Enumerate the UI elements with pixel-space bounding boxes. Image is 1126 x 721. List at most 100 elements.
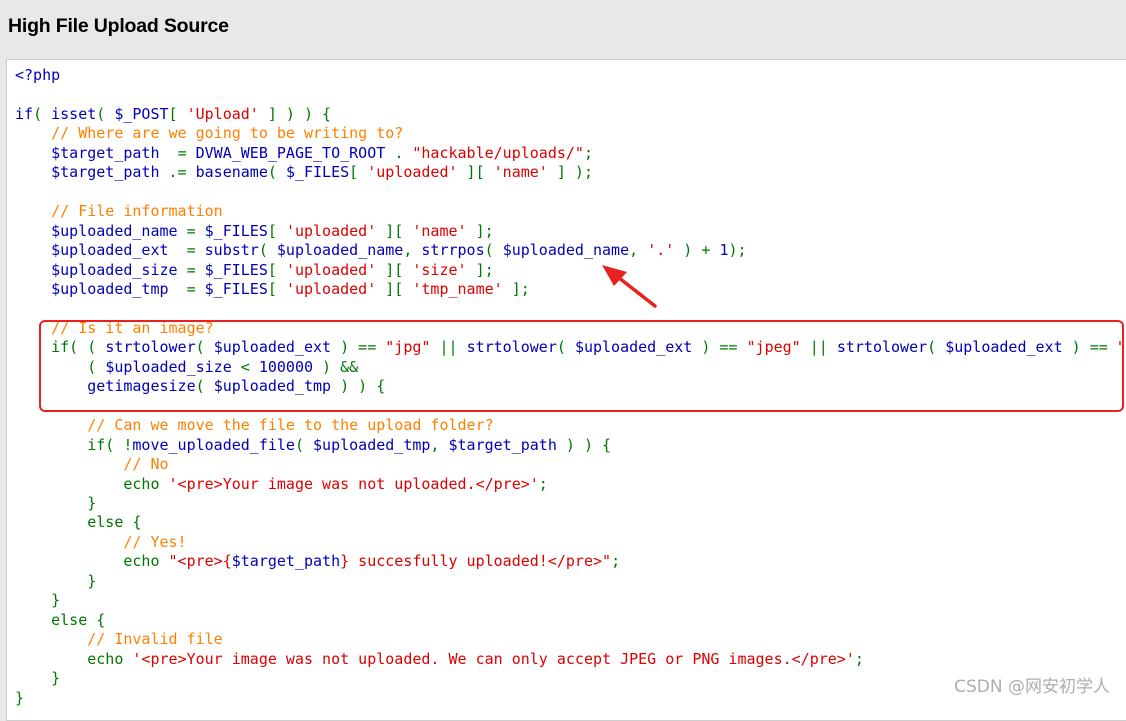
code-line: // Yes! [15,532,187,551]
code-token: echo [15,474,169,493]
code-token: // No [15,455,169,474]
code-token: 'uploaded' [285,279,377,298]
code-token: '.' [647,241,675,260]
code-token: $_POST [114,104,169,123]
code-token: = [177,143,196,162]
code-token: $_FILES [204,221,268,240]
code-line: $uploaded_name = $_FILES[ 'uploaded' ][ … [15,222,494,240]
code-token: 'Upload' [186,104,259,123]
code-token: "jpg" [385,338,431,357]
code-token: ( [484,241,503,260]
code-line: } [15,669,60,687]
code-token: if( ! [15,435,133,454]
code-token: "pn [1116,338,1126,357]
code-token: ][ [376,221,413,240]
code-token: ) == [331,338,386,357]
code-token: else { [15,513,142,532]
code-token: } succesfully uploaded!</pre>" [340,552,612,571]
code-token: move_uploaded_file [132,435,295,454]
code-line: // Is it an image? [15,319,214,337]
code-token: [ [168,104,187,123]
code-line: echo '<pre>Your image was not uploaded.<… [15,474,547,493]
code-token: ( [96,104,115,123]
code-line: if( !move_uploaded_file( $uploaded_tmp, … [15,436,611,454]
code-token: ; [583,143,593,162]
code-token: = [186,260,205,279]
code-token: } [15,571,97,590]
code-token: [ [349,163,368,182]
code-token: [ [267,260,286,279]
code-line: // Can we move the file to the upload fo… [15,416,494,435]
code-token: echo [15,649,133,668]
code-token: = [186,279,205,298]
code-token: $uploaded_tmp [15,279,187,298]
code-line: // File information [15,202,223,220]
code-token: // Can we move the file to the upload fo… [15,416,494,435]
code-token: $uploaded_name [502,241,630,260]
code-token: $uploaded_tmp [213,377,332,396]
code-token: ]; [502,279,530,298]
code-token: = [186,241,205,260]
code-token: } [15,591,61,610]
code-token: $uploaded_name [276,241,404,260]
code-token: ) == [692,338,747,357]
code-token: , [403,241,422,260]
code-token: ( [267,163,286,182]
code-token: $target_path [15,143,178,162]
code-token: 'uploaded' [285,221,377,240]
code-token: ); [728,241,747,260]
code-token: = [186,221,205,240]
code-token: strtolower [836,338,928,357]
code-token: $target_path [15,163,169,182]
code-token: $uploaded_name [15,221,187,240]
code-token: } [15,493,97,512]
code-token: ; [854,649,864,668]
code-token: strtolower [105,338,196,357]
code-token: ( [195,338,214,357]
code-line: else { [15,611,105,629]
code-line: $uploaded_tmp = $_FILES[ 'uploaded' ][ '… [15,280,530,298]
code-token: basename [195,163,268,182]
code-line: $target_path = DVWA_WEB_PAGE_TO_ROOT . "… [15,144,593,162]
code-token: DVWA_WEB_PAGE_TO_ROOT [195,143,395,162]
code-token: ( [927,338,946,357]
code-token: ( [15,357,106,376]
code-line: // Where are we going to be writing to? [15,124,403,142]
code-token: // Yes! [15,532,187,551]
code-token: getimagesize [15,377,196,396]
code-token: 100000 [258,357,314,376]
code-token: $uploaded_ext [213,338,332,357]
code-token: // Where are we going to be writing to? [15,124,404,143]
code-token: substr [204,241,259,260]
code-token: $uploaded_ext [15,241,187,260]
code-token: ) && [313,357,359,376]
source-code-panel: <?php if( isset( $_POST[ 'Upload' ] ) ) … [6,59,1126,721]
code-token: ) ) { [556,435,612,454]
code-token: $uploaded_ext [574,338,693,357]
code-token: [ [267,221,286,240]
code-line: $uploaded_size = $_FILES[ 'uploaded' ][ … [15,261,494,279]
red-arrow-annotation [602,265,657,308]
code-token: ] ); [547,163,593,182]
code-token: } [15,669,61,688]
code-line: if( ( strtolower( $uploaded_ext ) == "jp… [15,338,1126,356]
code-token: $target_path [231,552,341,571]
code-token: [ [267,279,286,298]
code-token: $_FILES [204,279,268,298]
code-token: $uploaded_tmp [313,435,431,454]
code-token: ) == [1062,338,1117,357]
code-line: echo "<pre>{$target_path} succesfully up… [15,552,620,570]
code-token: $uploaded_size [15,260,187,279]
code-token: 'size' [412,260,467,279]
code-token: "jpeg" [746,338,801,357]
code-token: $uploaded_ext [945,338,1063,357]
php-source-code: <?php if( isset( $_POST[ 'Upload' ] ) ) … [15,66,1126,708]
code-token: . [394,143,413,162]
code-token: ) + [674,241,720,260]
code-token: ]; [466,221,494,240]
code-token: ( [33,104,52,123]
code-token: 'uploaded' [285,260,377,279]
code-token: '<pre>Your image was not uploaded. We ca… [132,649,855,668]
code-line: getimagesize( $uploaded_tmp ) ) { [15,377,385,395]
code-token: // File information [15,202,223,221]
